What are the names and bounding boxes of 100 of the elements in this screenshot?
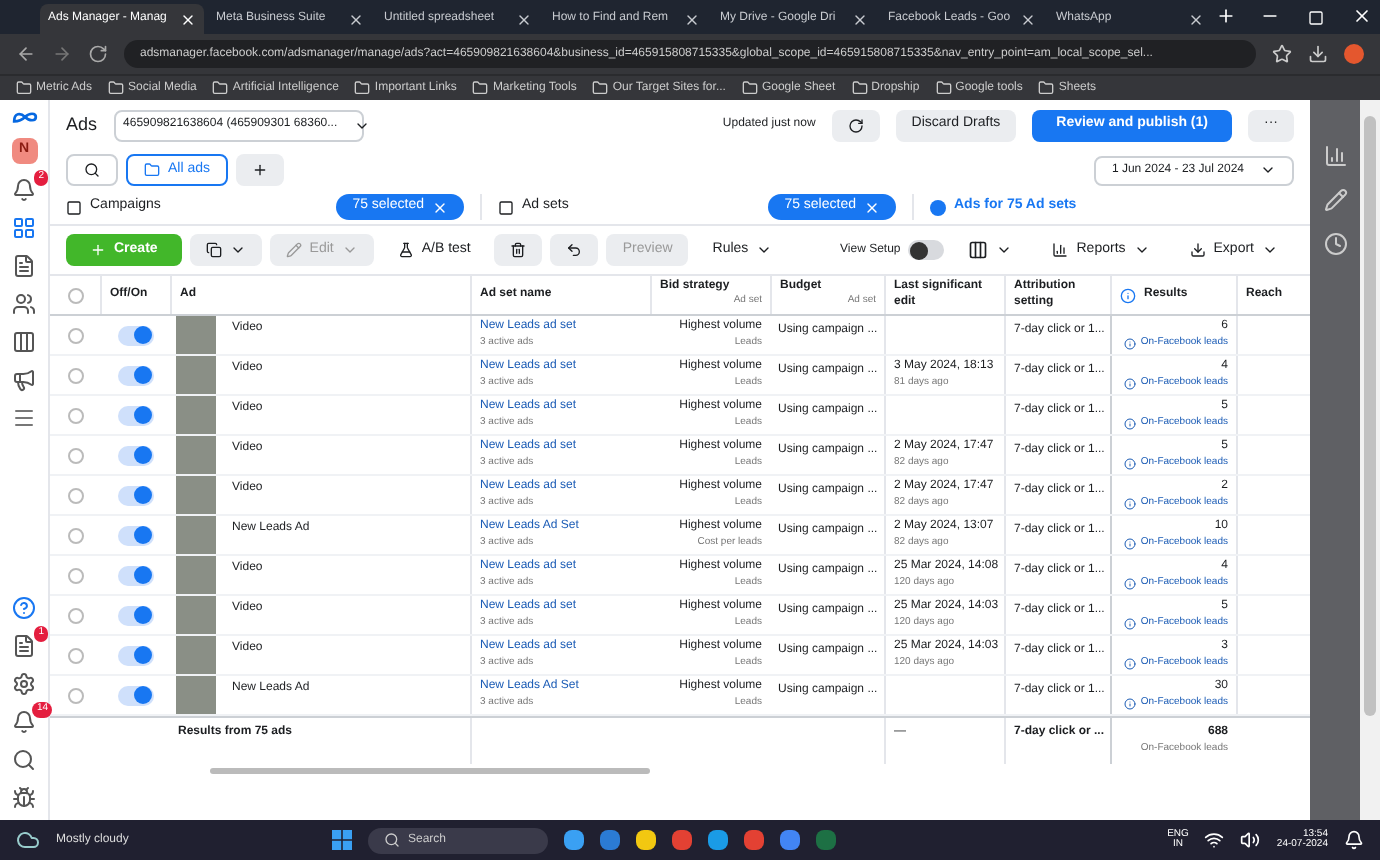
folder-icon	[851, 80, 868, 96]
horizontal-scrollbar[interactable]	[210, 768, 650, 774]
star-icon[interactable]	[1272, 44, 1292, 64]
search-icon[interactable]	[12, 748, 36, 772]
maximize-icon[interactable]	[1308, 10, 1324, 26]
photo-placeholder	[176, 436, 216, 474]
close-icon[interactable]	[1352, 6, 1372, 26]
columns-icon[interactable]	[12, 330, 36, 354]
info-icon	[1124, 418, 1137, 430]
clock-icon[interactable]	[1323, 232, 1347, 256]
folder-icon	[108, 80, 125, 96]
info-icon	[1124, 458, 1137, 470]
close-icon[interactable]	[1020, 11, 1036, 27]
row-checkbox[interactable]	[67, 367, 83, 383]
row-checkbox[interactable]	[67, 567, 83, 583]
chevron-down-icon	[229, 242, 246, 258]
chevron-down-icon	[756, 242, 773, 258]
ad-toggle[interactable]	[117, 685, 153, 705]
info-icon	[1124, 338, 1137, 350]
close-icon[interactable]	[348, 11, 364, 27]
delete-button[interactable]	[494, 234, 543, 266]
notification-icon[interactable]	[1344, 830, 1364, 850]
ad-toggle[interactable]	[117, 525, 153, 545]
profile-avatar[interactable]	[1344, 44, 1364, 64]
forward-icon[interactable]	[52, 44, 72, 64]
ad-toggle[interactable]	[117, 325, 153, 345]
add-view-button[interactable]	[236, 154, 285, 186]
bug-icon[interactable]	[12, 786, 36, 810]
document-icon[interactable]	[12, 254, 36, 278]
close-icon[interactable]	[516, 11, 532, 27]
menu-icon[interactable]	[12, 406, 36, 430]
info-icon	[1124, 378, 1137, 390]
photo-placeholder	[176, 356, 216, 394]
pencil-icon[interactable]	[1323, 188, 1347, 212]
ad-toggle[interactable]	[117, 605, 153, 625]
duplicate-button[interactable]	[189, 234, 262, 266]
folder-icon	[16, 80, 32, 96]
close-icon[interactable]	[684, 11, 700, 27]
level-icon	[498, 199, 514, 215]
level-icon	[66, 199, 82, 215]
wifi-icon	[1204, 830, 1225, 850]
megaphone-icon[interactable]	[12, 368, 36, 392]
chevron-down-icon	[341, 242, 358, 258]
chart-icon[interactable]	[1323, 144, 1347, 168]
row-checkbox[interactable]	[67, 407, 83, 423]
select-all-checkbox[interactable]	[67, 287, 83, 303]
ad-toggle[interactable]	[117, 485, 153, 505]
folder-icon	[144, 162, 160, 178]
ad-toggle[interactable]	[117, 565, 153, 585]
row-checkbox[interactable]	[67, 527, 83, 543]
vertical-scrollbar[interactable]	[1364, 116, 1376, 716]
refresh-button[interactable]	[831, 109, 880, 141]
row-checkbox[interactable]	[67, 487, 83, 503]
info-icon	[1124, 538, 1137, 550]
chevron-down-icon	[1260, 162, 1276, 178]
ad-toggle[interactable]	[117, 405, 153, 425]
download-icon[interactable]	[1308, 44, 1328, 64]
search-button[interactable]	[66, 154, 118, 186]
ad-toggle[interactable]	[117, 445, 153, 465]
notification-icon[interactable]	[12, 178, 36, 202]
info-icon	[1124, 698, 1137, 710]
photo-placeholder	[176, 676, 216, 714]
weather-icon	[16, 828, 40, 852]
folder-icon	[935, 80, 952, 96]
document-icon[interactable]	[12, 634, 36, 658]
undo-button[interactable]	[550, 234, 599, 266]
back-icon[interactable]	[16, 44, 36, 64]
grid-icon[interactable]	[12, 216, 36, 240]
info-icon	[1124, 658, 1137, 670]
flask-icon	[397, 242, 414, 258]
settings-icon[interactable]	[12, 672, 36, 696]
volume-icon	[1240, 830, 1261, 850]
row-checkbox[interactable]	[67, 327, 83, 343]
reload-icon[interactable]	[88, 44, 108, 64]
help-icon[interactable]	[12, 596, 36, 620]
folder-icon	[212, 80, 229, 96]
bell-icon[interactable]	[12, 710, 36, 734]
row-checkbox[interactable]	[67, 647, 83, 663]
row-checkbox[interactable]	[67, 447, 83, 463]
chevron-down-icon	[996, 242, 1013, 258]
ad-toggle[interactable]	[117, 365, 153, 385]
close-icon	[864, 199, 880, 215]
download-icon	[1189, 242, 1206, 258]
people-icon[interactable]	[12, 292, 36, 316]
close-icon[interactable]	[852, 11, 868, 27]
pencil-icon	[285, 242, 302, 258]
new-tab-icon[interactable]	[1216, 6, 1236, 26]
windows-start-icon[interactable]	[332, 830, 352, 850]
refresh-icon	[847, 117, 864, 133]
folder-icon	[592, 80, 609, 96]
folder-icon	[1038, 80, 1055, 96]
chevron-down-icon	[1262, 242, 1278, 258]
close-icon[interactable]	[1188, 11, 1204, 27]
photo-placeholder	[176, 636, 216, 674]
view-setup-toggle[interactable]	[908, 240, 945, 260]
page-title: Ads	[66, 111, 98, 138]
info-icon	[1124, 618, 1137, 630]
row-checkbox[interactable]	[67, 687, 83, 703]
ad-toggle[interactable]	[117, 645, 153, 665]
row-checkbox[interactable]	[67, 607, 83, 623]
